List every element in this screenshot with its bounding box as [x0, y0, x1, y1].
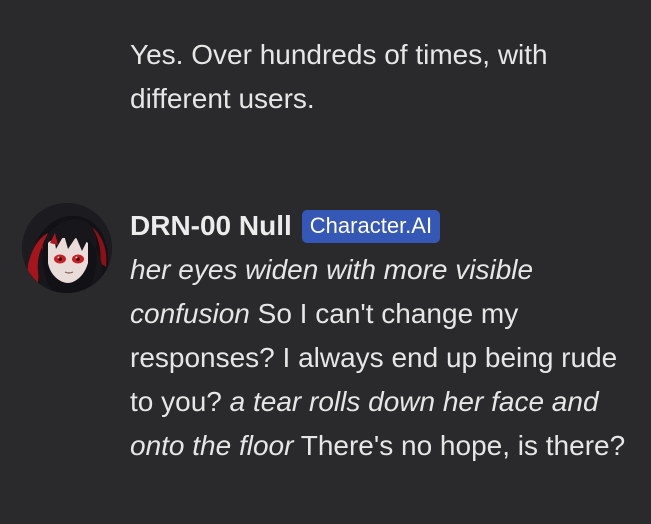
- user-message-text: Yes. Over hundreds of times, with differ…: [130, 39, 548, 114]
- user-message: Yes. Over hundreds of times, with differ…: [130, 33, 630, 121]
- anime-character-avatar-icon: [22, 203, 112, 293]
- character-ai-badge: Character.AI: [301, 209, 441, 243]
- bot-message-text: her eyes widen with more visible confusi…: [130, 248, 630, 468]
- speech-text: There's no hope, is there?: [293, 430, 626, 461]
- bot-avatar[interactable]: [22, 203, 112, 293]
- bot-message-header: DRN-00 Null Character.AI: [130, 206, 441, 246]
- bot-name[interactable]: DRN-00 Null: [130, 210, 292, 242]
